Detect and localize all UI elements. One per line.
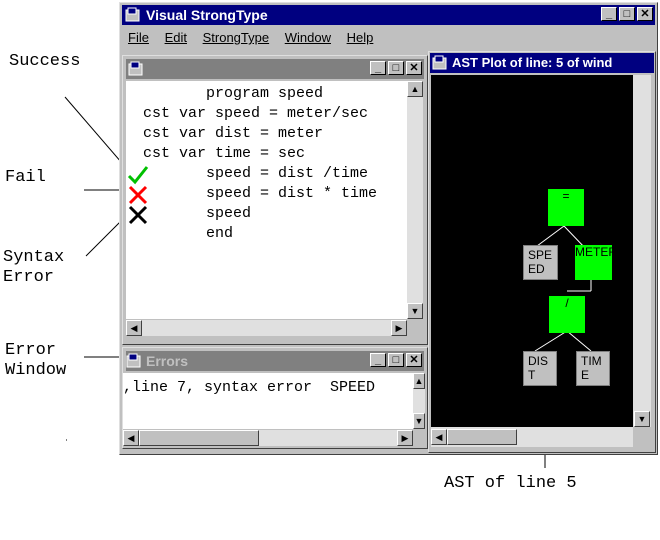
scroll-up-arrow-icon[interactable]: ▲ — [407, 81, 423, 97]
ast-scroll-down-arrow-icon[interactable]: ▼ — [634, 411, 650, 427]
errors-scroll-right-arrow-icon[interactable]: ▶ — [397, 430, 413, 446]
errors-horizontal-scrollbar[interactable]: ◀ ▶ — [123, 430, 413, 446]
menu-help[interactable]: Help — [341, 27, 380, 49]
app-window: Visual StrongType _ □ ✕ File Edit Strong… — [119, 2, 658, 455]
code-line-4: cst var time = sec — [143, 145, 306, 162]
code-line-7: speed — [143, 205, 252, 222]
errors-scroll-up-arrow-icon[interactable]: ▲ — [413, 373, 425, 389]
ast-scroll-left-arrow-icon[interactable]: ◀ — [431, 429, 447, 445]
menu-bar: File Edit StrongType Window Help — [122, 27, 655, 49]
errors-maximize-button[interactable]: □ — [388, 353, 404, 367]
menu-window[interactable]: Window — [279, 27, 337, 49]
app-titlebar: Visual StrongType _ □ ✕ — [122, 5, 655, 25]
editor-horizontal-scrollbar[interactable]: ◀ ▶ — [126, 320, 407, 336]
code-line-3: cst var dist = meter — [143, 125, 324, 142]
ast-horizontal-scrollbar[interactable]: ◀ — [431, 427, 633, 447]
code-line-2: cst var speed = meter/sec — [143, 105, 369, 122]
editor-minimize-button[interactable]: _ — [370, 61, 386, 75]
scroll-left-arrow-icon[interactable]: ◀ — [126, 320, 142, 336]
app-icon — [125, 7, 141, 23]
scroll-down-arrow-icon[interactable]: ▼ — [407, 303, 423, 319]
ast-node-time: TIM E — [576, 351, 610, 386]
code-line-1: program speed — [143, 85, 324, 102]
menu-edit[interactable]: Edit — [159, 27, 193, 49]
ast-title: AST Plot of line: 5 of wind — [452, 55, 613, 70]
ast-titlebar: AST Plot of line: 5 of wind — [430, 53, 654, 73]
editor-text-area[interactable]: program speed cst var speed = meter/sec … — [126, 81, 407, 319]
ast-window-icon — [432, 55, 448, 71]
document-icon — [128, 61, 144, 77]
ast-node-equals: = — [548, 189, 584, 226]
editor-window: _ □ ✕ program speed cst var speed = mete… — [122, 55, 428, 345]
editor-titlebar: _ □ ✕ — [126, 59, 424, 79]
ast-window: AST Plot of line: 5 of wind = SPE ED MET… — [428, 51, 656, 453]
errors-scroll-thumb[interactable] — [139, 430, 259, 446]
ast-canvas: = SPE ED METER / DIS T TIM E — [431, 75, 633, 427]
errors-scroll-left-arrow-icon[interactable]: ◀ — [123, 430, 139, 446]
errors-scroll-down-arrow-icon[interactable]: ▼ — [413, 413, 425, 429]
errors-window-icon — [126, 353, 142, 369]
app-title: Visual StrongType — [146, 7, 268, 23]
code-line-5: speed = dist /time — [143, 165, 369, 182]
editor-maximize-button[interactable]: □ — [388, 61, 404, 75]
errors-text-area[interactable]: ,line 7, syntax error SPEED — [123, 373, 413, 429]
editor-close-button[interactable]: ✕ — [406, 61, 422, 75]
editor-vertical-scrollbar[interactable]: ▲ ▼ — [407, 81, 423, 319]
close-button[interactable]: ✕ — [637, 7, 653, 21]
menu-strongtype[interactable]: StrongType — [197, 27, 276, 49]
errors-minimize-button[interactable]: _ — [370, 353, 386, 367]
syntax-error-cross-icon — [128, 205, 148, 225]
ast-scroll-thumb[interactable] — [447, 429, 517, 445]
errors-titlebar: Errors _ □ ✕ — [126, 351, 424, 371]
ast-node-divide: / — [549, 296, 585, 333]
fail-cross-icon — [128, 185, 148, 205]
ast-node-dist: DIS T — [523, 351, 557, 386]
ast-vertical-scrollbar[interactable]: ▼ — [633, 75, 651, 427]
error-message: ,line 7, syntax error SPEED — [123, 379, 376, 396]
success-check-icon — [127, 166, 149, 185]
minimize-button[interactable]: _ — [601, 7, 617, 21]
errors-window: Errors _ □ ✕ ,line 7, syntax error SPEED… — [122, 347, 428, 449]
ast-node-meter: METER — [575, 245, 612, 280]
scroll-right-arrow-icon[interactable]: ▶ — [391, 320, 407, 336]
errors-close-button[interactable]: ✕ — [406, 353, 422, 367]
ast-node-speed: SPE ED — [523, 245, 558, 280]
errors-title: Errors — [146, 353, 189, 369]
code-line-8: end — [143, 225, 234, 242]
menu-file[interactable]: File — [122, 27, 155, 49]
maximize-button[interactable]: □ — [619, 7, 635, 21]
code-line-6: speed = dist * time — [143, 185, 378, 202]
errors-vertical-scrollbar[interactable]: ▲ ▼ — [413, 373, 425, 429]
